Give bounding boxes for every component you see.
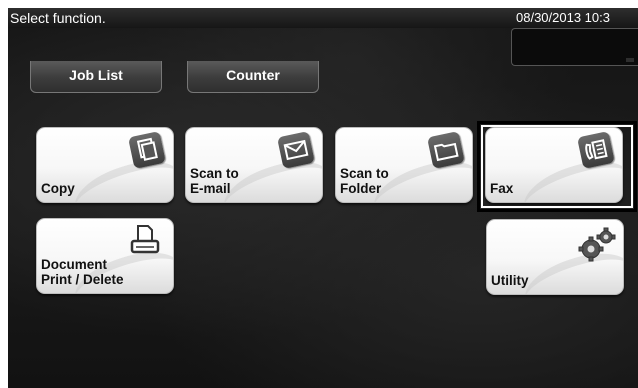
utility-button[interactable]: Utility — [486, 219, 624, 295]
scan-to-folder-label: Scan to Folder — [340, 166, 389, 196]
folder-icon — [427, 131, 465, 169]
utility-label: Utility — [491, 273, 529, 288]
job-list-button[interactable]: Job List — [30, 61, 162, 93]
title-bar: Select function. 08/30/2013 10:3 — [8, 8, 638, 28]
scan-to-folder-button[interactable]: Scan to Folder — [335, 127, 473, 203]
fax-label: Fax — [490, 181, 514, 196]
fax-button[interactable]: Fax — [485, 127, 623, 203]
scan-to-email-label: Scan to E-mail — [190, 166, 239, 196]
printer-icon — [127, 223, 163, 257]
copy-icon — [128, 131, 166, 169]
copy-label: Copy — [41, 181, 75, 196]
scan-to-email-button[interactable]: Scan to E-mail — [185, 127, 323, 203]
counter-button[interactable]: Counter — [187, 61, 319, 93]
page-title: Select function. — [10, 10, 106, 26]
envelope-icon — [277, 131, 315, 169]
fax-icon — [577, 131, 615, 169]
document-label: Document Print / Delete — [41, 257, 124, 287]
status-indicator — [511, 28, 638, 66]
document-print-delete-button[interactable]: Document Print / Delete — [36, 218, 174, 294]
copy-button[interactable]: Copy — [36, 127, 174, 203]
control-panel-screen: Select function. 08/30/2013 10:3 Job Lis… — [8, 8, 638, 388]
gears-icon — [577, 226, 617, 262]
date-time: 08/30/2013 10:3 — [516, 10, 610, 25]
status-dots-icon — [626, 58, 634, 62]
